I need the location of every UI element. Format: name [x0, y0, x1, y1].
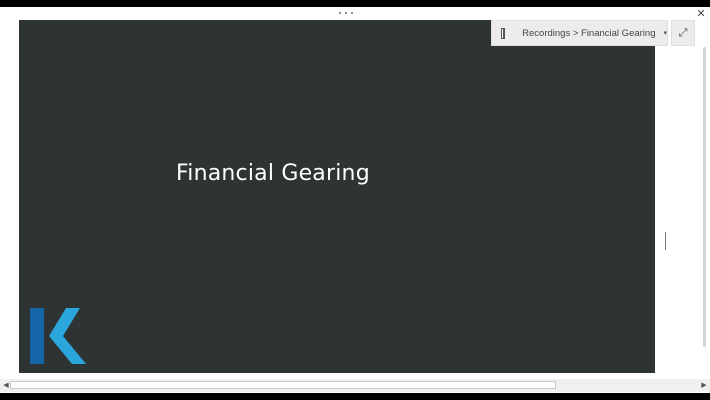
logo-arm-lower: [49, 336, 86, 364]
logo-stem: [30, 308, 44, 364]
horizontal-scrollbar[interactable]: ◀ ▶: [0, 379, 710, 392]
close-icon[interactable]: ✕: [694, 7, 708, 21]
slide-title: Financial Gearing: [176, 161, 370, 186]
vertical-scroll-thumb[interactable]: [703, 47, 706, 347]
horizontal-scroll-thumb[interactable]: [10, 381, 556, 389]
k-logo: [30, 308, 86, 364]
viewer-window: ✕ Financial Gearing Recordings > Financi…: [0, 7, 710, 393]
drag-handle[interactable]: [339, 10, 353, 16]
breadcrumb-text: Recordings > Financial Gearing: [522, 27, 656, 39]
scroll-right-icon[interactable]: ▶: [699, 380, 709, 391]
breadcrumb[interactable]: Recordings > Financial Gearing ▾: [491, 20, 668, 46]
page-icon: [501, 27, 506, 39]
logo-arm-upper: [49, 308, 80, 336]
expand-icon[interactable]: ⤢: [671, 20, 695, 46]
slide-canvas: Financial Gearing: [19, 20, 655, 373]
vertical-scrollbar[interactable]: [701, 27, 709, 377]
text-cursor: [665, 232, 666, 250]
chevron-down-icon: ▾: [663, 30, 667, 37]
